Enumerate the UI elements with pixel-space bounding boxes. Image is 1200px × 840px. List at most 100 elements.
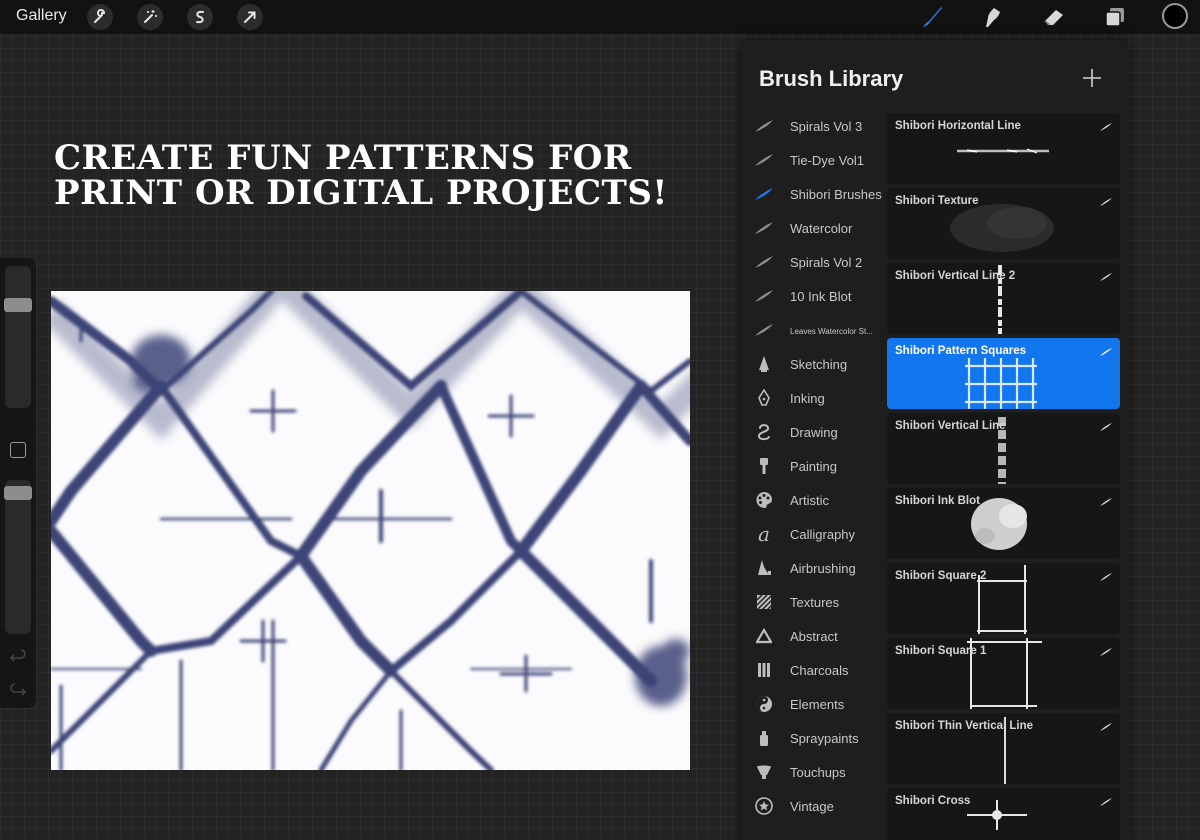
brush-size-slider[interactable] <box>4 266 32 408</box>
brush-name: Shibori Square 1 <box>895 645 987 657</box>
feather-stroke-icon <box>754 218 774 238</box>
category-item-active[interactable]: Shibori Brushes <box>741 178 887 212</box>
gallery-button[interactable]: Gallery <box>16 7 67 25</box>
feather-stroke-icon <box>754 150 774 170</box>
transform-arrow-icon[interactable] <box>237 4 263 30</box>
brush-name: Shibori Thin Vertical Line <box>895 720 1034 732</box>
category-label: Watercolor <box>790 221 853 236</box>
brush-name: Shibori Cross <box>895 795 971 807</box>
layers-icon[interactable] <box>1101 3 1129 31</box>
category-item[interactable]: Leaves Watercolor St... <box>741 314 887 348</box>
top-toolbar: Gallery <box>0 0 1200 34</box>
pen-nib-icon <box>754 388 774 408</box>
category-label: Shibori Brushes <box>790 187 882 202</box>
brush-item[interactable]: Shibori Vertical Line <box>887 413 1120 484</box>
feather-stroke-icon <box>754 286 774 306</box>
redo-icon[interactable] <box>9 682 27 700</box>
brush-item[interactable]: Shibori Vertical Line 2 <box>887 263 1120 334</box>
category-label: Airbrushing <box>790 561 856 576</box>
wrench-icon[interactable] <box>87 4 113 30</box>
feather-stroke-icon <box>754 116 774 136</box>
triangle-icon <box>754 626 774 646</box>
smudge-icon[interactable] <box>979 3 1007 31</box>
brush-library-panel: Brush Library Spirals Vol 3 Tie-Dye Vol1… <box>741 40 1128 840</box>
brush-item[interactable]: Shibori Cross <box>887 788 1120 840</box>
category-label: Touchups <box>790 765 846 780</box>
magic-wand-icon[interactable] <box>137 4 163 30</box>
brush-item[interactable]: Shibori Square 1 <box>887 638 1120 709</box>
headline: CREATE FUN PATTERNS FOR PRINT OR DIGITAL… <box>54 141 714 211</box>
headline-line-2: PRINT OR DIGITAL PROJECTS! <box>54 173 668 213</box>
category-label: Inking <box>790 391 825 406</box>
category-label: Painting <box>790 459 837 474</box>
add-brush-set-icon[interactable] <box>1082 68 1102 88</box>
category-item[interactable]: Spirals Vol 3 <box>741 110 887 144</box>
category-label: 10 Ink Blot <box>790 289 852 304</box>
headline-line-1: CREATE FUN PATTERNS FOR <box>54 138 632 178</box>
modify-button[interactable] <box>10 442 26 458</box>
brush-item[interactable]: Shibori Horizontal Line <box>887 113 1120 184</box>
brush-item[interactable]: Shibori Ink Blot <box>887 488 1120 559</box>
feather-stroke-icon <box>754 252 774 272</box>
brush-item[interactable]: Shibori Texture <box>887 188 1120 259</box>
category-item[interactable]: Tie-Dye Vol1 <box>741 144 887 178</box>
brush-item[interactable]: Shibori Square 2 <box>887 563 1120 634</box>
brush-type-icon <box>1100 648 1112 656</box>
calligraphy-icon: a <box>758 522 770 546</box>
feather-stroke-icon <box>754 184 774 204</box>
star-badge-icon <box>754 796 774 816</box>
category-label: Leaves Watercolor St... <box>790 327 873 336</box>
category-item[interactable]: Textures <box>741 586 887 620</box>
category-label: Abstract <box>790 629 838 644</box>
brush-name: Shibori Vertical Line <box>895 420 1006 432</box>
color-picker-button[interactable] <box>1162 3 1188 29</box>
undo-icon[interactable] <box>9 648 27 666</box>
eraser-icon[interactable] <box>1040 3 1068 31</box>
category-label: Spraypaints <box>790 731 859 746</box>
brush-type-icon <box>1100 198 1112 206</box>
category-item[interactable]: Painting <box>741 450 887 484</box>
category-item[interactable]: a Calligraphy <box>741 518 887 552</box>
brush-name: Shibori Texture <box>895 195 979 207</box>
category-item[interactable]: Airbrushing <box>741 552 887 586</box>
selection-icon[interactable] <box>187 4 213 30</box>
brush-type-icon <box>1100 573 1112 581</box>
pencil-icon <box>754 354 774 374</box>
category-item[interactable]: Vintage <box>741 790 887 824</box>
category-item[interactable]: 10 Ink Blot <box>741 280 887 314</box>
yin-yang-icon <box>754 694 774 714</box>
category-item[interactable]: Spraypaints <box>741 722 887 756</box>
brush-type-icon <box>1100 123 1112 131</box>
category-label: Artistic <box>790 493 829 508</box>
category-item[interactable]: Watercolor <box>741 212 887 246</box>
brush-name: Shibori Ink Blot <box>895 495 980 507</box>
drawing-canvas[interactable] <box>51 291 690 770</box>
category-item[interactable]: Charcoals <box>741 654 887 688</box>
category-label: Calligraphy <box>790 527 856 542</box>
category-item[interactable]: Touchups <box>741 756 887 790</box>
category-item[interactable]: Drawing <box>741 416 887 450</box>
opacity-slider[interactable] <box>4 480 32 634</box>
brush-name: Shibori Square 2 <box>895 570 987 582</box>
charcoal-icon <box>754 660 774 680</box>
brush-item-selected[interactable]: Shibori Pattern Squares <box>887 338 1120 409</box>
category-item[interactable]: Elements <box>741 688 887 722</box>
brush-type-icon <box>1100 723 1112 731</box>
brush-type-icon <box>1100 798 1112 806</box>
brush-type-icon <box>1100 498 1112 506</box>
brush-icon[interactable] <box>918 3 946 31</box>
category-item[interactable]: Abstract <box>741 620 887 654</box>
shibori-pattern-artwork <box>51 291 690 770</box>
brush-size-thumb[interactable] <box>4 298 32 312</box>
category-item[interactable]: Sketching <box>741 348 887 382</box>
category-item[interactable]: Artistic <box>741 484 887 518</box>
squiggle-icon <box>754 422 774 442</box>
category-label: Tie-Dye Vol1 <box>790 153 864 168</box>
category-label: Elements <box>790 697 845 712</box>
category-item[interactable]: Inking <box>741 382 887 416</box>
category-item[interactable]: Spirals Vol 2 <box>741 246 887 280</box>
category-label: Drawing <box>790 425 838 440</box>
opacity-thumb[interactable] <box>4 486 32 500</box>
category-label: Spirals Vol 2 <box>790 255 863 270</box>
brush-item[interactable]: Shibori Thin Vertical Line <box>887 713 1120 784</box>
